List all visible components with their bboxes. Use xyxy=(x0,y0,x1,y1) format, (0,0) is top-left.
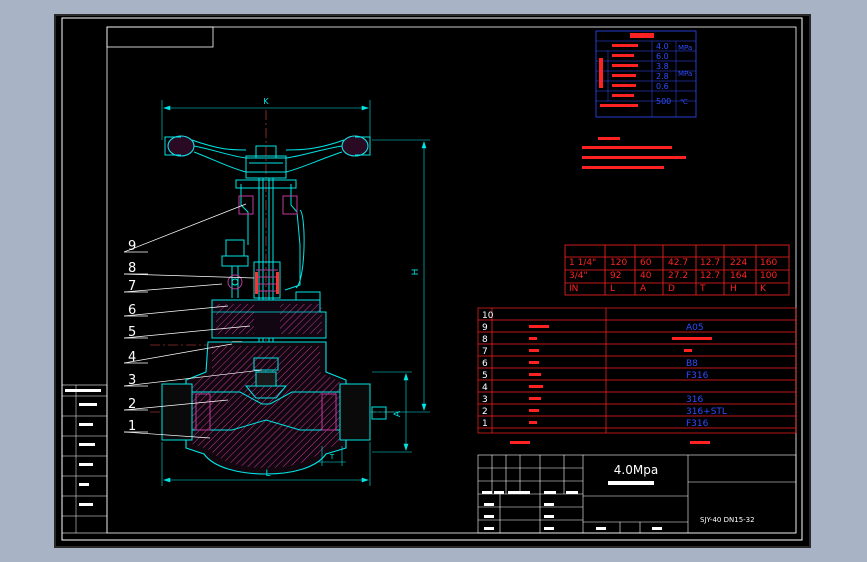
title-drawing-no: SJY-40 DN15-32 xyxy=(700,516,755,524)
dim-k-label: K xyxy=(263,97,269,106)
parts-row-number: 1 xyxy=(482,419,488,429)
size-table-cell: 12.7 xyxy=(700,271,720,281)
parts-row-material: A05 xyxy=(686,323,704,333)
size-table-cell: 224 xyxy=(730,258,747,268)
parts-row-number: 8 xyxy=(482,335,488,345)
balloon-numbers: 1 2 3 4 5 6 7 8 9 xyxy=(128,239,136,434)
balloon-6: 6 xyxy=(128,303,136,318)
param-unit-3: ℃ xyxy=(680,98,688,106)
size-table-cell: 1 1/4" xyxy=(569,258,596,268)
param-unit-2: MPa xyxy=(678,70,692,78)
param-unit-1: MPa xyxy=(678,44,692,52)
parts-row-number: 3 xyxy=(482,395,488,405)
size-table-header: IN xyxy=(569,284,578,294)
param-value-2: 6.0 xyxy=(656,52,669,61)
parts-row-number: 5 xyxy=(482,371,488,381)
balloon-7: 7 xyxy=(128,279,136,294)
parts-row-number: 6 xyxy=(482,359,488,369)
param-value-6: 500 xyxy=(656,97,671,106)
dim-l-label: L xyxy=(265,469,270,479)
size-table-header: H xyxy=(730,284,737,294)
size-table-cell: 60 xyxy=(640,258,652,268)
size-table-header: A xyxy=(640,284,647,294)
size-table-cell: 3/4" xyxy=(569,271,588,281)
size-table-cell: 164 xyxy=(730,271,747,281)
balloon-8: 8 xyxy=(128,261,136,276)
param-value-4: 2.8 xyxy=(656,72,669,81)
size-table-cell: 100 xyxy=(760,271,777,281)
balloon-3: 3 xyxy=(128,373,136,388)
dim-t-label: T xyxy=(329,453,335,461)
size-table-header: D xyxy=(668,284,675,294)
parts-row-material: F316 xyxy=(686,419,709,429)
size-table-cell: 42.7 xyxy=(668,258,688,268)
param-value-3: 3.8 xyxy=(656,62,669,71)
size-table-cell: 40 xyxy=(640,271,652,281)
balloon-2: 2 xyxy=(128,397,136,412)
parts-row-number: 2 xyxy=(482,407,488,417)
size-table-cell: 92 xyxy=(610,271,621,281)
parts-row-number: 4 xyxy=(482,383,488,393)
size-table-cell: 160 xyxy=(760,258,777,268)
viewport xyxy=(54,14,811,548)
size-table-cell: 12.7 xyxy=(700,258,720,268)
balloon-1: 1 xyxy=(128,419,136,434)
param-value-1: 4.0 xyxy=(656,42,669,51)
balloon-9: 9 xyxy=(128,239,136,254)
balloon-4: 4 xyxy=(128,350,136,365)
parts-row-material: B8 xyxy=(686,359,698,369)
size-table-header: L xyxy=(610,284,615,294)
balloon-5: 5 xyxy=(128,325,136,340)
param-value-5: 0.6 xyxy=(656,82,669,91)
parts-row-number: 7 xyxy=(482,347,488,357)
cad-drawing: K H A L T 1 2 3 4 5 6 7 8 9 4.0 6.0 3.8 … xyxy=(54,14,811,548)
parts-row-number: 9 xyxy=(482,323,488,333)
title-pressure: 4.0Mpa xyxy=(614,463,658,477)
parts-row-material: 316 xyxy=(686,395,703,405)
dim-a-label: A xyxy=(393,410,403,417)
size-table-cell: 120 xyxy=(610,258,627,268)
parts-row-material: F316 xyxy=(686,371,709,381)
dim-h-label: H xyxy=(411,269,421,276)
size-table-header: T xyxy=(699,284,706,294)
parts-row-material: 316+STL xyxy=(686,407,727,417)
parts-row-number: 10 xyxy=(482,311,494,321)
size-table-cell: 27.2 xyxy=(668,271,688,281)
